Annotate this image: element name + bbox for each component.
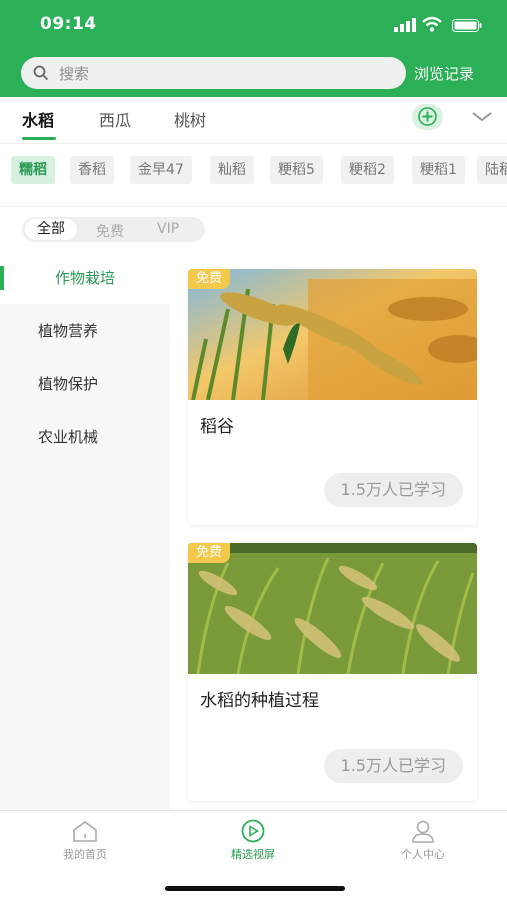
user-icon (412, 820, 434, 843)
search-icon (33, 65, 49, 81)
home-icon (73, 821, 97, 842)
tab-peach[interactable]: 桃树 (174, 107, 206, 131)
sidebar-item-label: 植物营养 (38, 322, 99, 340)
course-title: 水稻的种植过程 (200, 691, 319, 711)
search-placeholder: 搜索 (59, 65, 90, 83)
browse-history-link[interactable]: 浏览记录 (414, 63, 474, 84)
free-badge: 免费 (188, 543, 231, 563)
learner-count-badge: 1.5万人已学习 (323, 749, 463, 783)
chip-japonica-1[interactable]: 粳稻1 (412, 156, 465, 184)
add-crop-button[interactable] (412, 104, 443, 130)
learner-count-badge: 1.5万人已学习 (323, 473, 463, 507)
filter-all[interactable]: 全部 (25, 219, 77, 240)
play-icon (241, 819, 265, 843)
sidebar-item-crop-cultivation[interactable]: 作物栽培 (0, 252, 170, 304)
chip-japonica-2[interactable]: 粳稻2 (341, 156, 394, 184)
signal-icon (394, 18, 416, 32)
battery-icon (452, 19, 482, 32)
nav-featured-videos[interactable]: 精选视屏 (208, 819, 298, 862)
divider (0, 206, 507, 207)
plus-icon (418, 107, 437, 126)
course-title: 稻谷 (200, 417, 234, 437)
sidebar-item-label: 农业机械 (38, 428, 99, 446)
filter-free[interactable]: 免费 (96, 221, 124, 241)
active-category-indicator (0, 266, 4, 290)
search-input[interactable]: 搜索 (21, 57, 406, 89)
chip-upland-rice[interactable]: 陆稻 (477, 156, 507, 184)
rice-image (188, 269, 477, 400)
nav-label: 我的首页 (63, 848, 107, 861)
chip-jinzao47[interactable]: 金早47 (130, 156, 192, 184)
status-bar: 09:14 (0, 0, 507, 50)
sidebar-item-label: 作物栽培 (54, 269, 115, 287)
variety-chips: 糯稻 香稻 金早47 籼稻 粳稻5 粳稻2 粳稻1 陆稻 (0, 150, 507, 190)
chip-glutinous-rice[interactable]: 糯稻 (11, 156, 55, 184)
sidebar-item-plant-protection[interactable]: 植物保护 (0, 358, 170, 410)
rice-field-image (188, 543, 477, 674)
sidebar-item-plant-nutrition[interactable]: 植物营养 (0, 305, 170, 357)
nav-label: 精选视屏 (231, 848, 275, 861)
price-filter: 全部 免费 VIP (22, 217, 205, 242)
free-badge: 免费 (188, 269, 231, 289)
tab-watermelon[interactable]: 西瓜 (99, 107, 131, 131)
category-sidebar: 作物栽培 植物营养 植物保护 农业机械 (0, 252, 170, 810)
chip-indica-rice[interactable]: 籼稻 (210, 156, 254, 184)
app-header: 09:14 搜索 浏览记录 (0, 0, 507, 97)
status-time: 09:14 (40, 14, 97, 34)
wifi-icon (422, 16, 442, 32)
home-indicator (165, 886, 345, 891)
course-card[interactable]: 免费 水稻的种植过程 1.5万人已学习 (188, 543, 477, 801)
course-thumbnail-rice-grain: 免费 (188, 269, 477, 400)
nav-home[interactable]: 我的首页 (40, 819, 130, 862)
nav-personal-center[interactable]: 个人中心 (378, 819, 468, 862)
chip-japonica-5[interactable]: 粳稻5 (270, 156, 323, 184)
chip-fragrant-rice[interactable]: 香稻 (70, 156, 114, 184)
tab-rice[interactable]: 水稻 (22, 107, 54, 131)
nav-label: 个人中心 (401, 848, 445, 861)
sidebar-item-label: 植物保护 (38, 375, 99, 393)
course-thumbnail-rice-planting: 免费 (188, 543, 477, 674)
sidebar-item-agri-machinery[interactable]: 农业机械 (0, 411, 170, 463)
course-card[interactable]: 免费 稻谷 1.5万人已学习 (188, 269, 477, 525)
chevron-down-icon[interactable] (471, 111, 493, 123)
active-tab-indicator (22, 137, 56, 140)
filter-vip[interactable]: VIP (157, 221, 179, 237)
